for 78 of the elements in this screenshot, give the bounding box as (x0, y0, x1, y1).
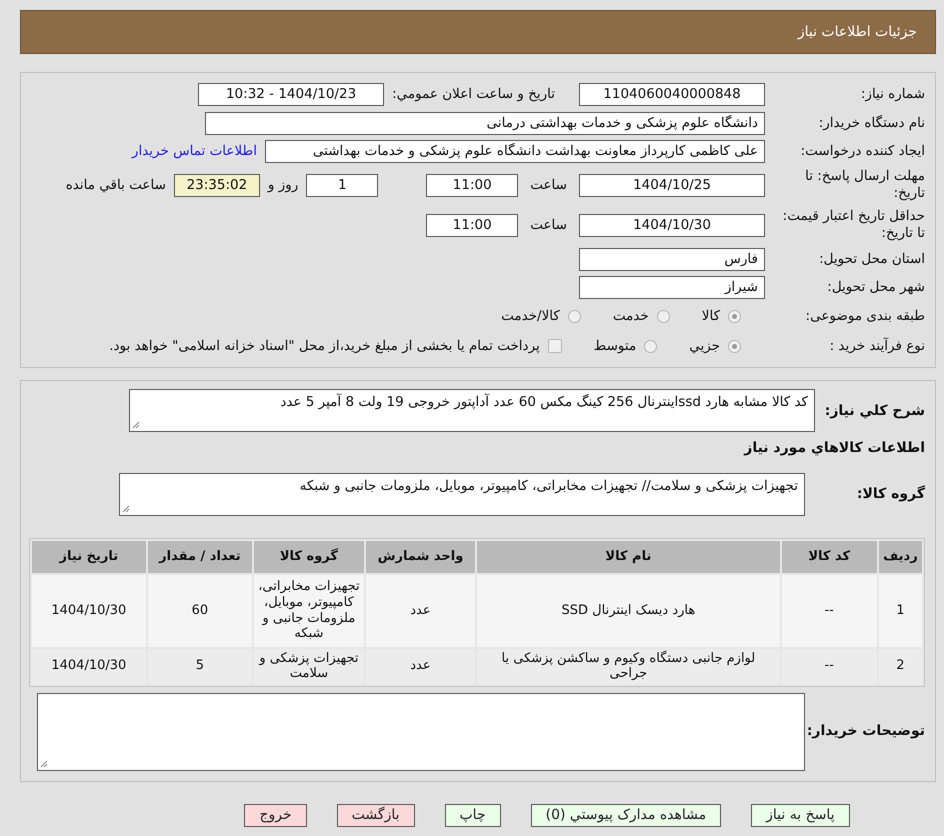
column-header: ردیف (878, 541, 922, 572)
action-button[interactable]: خروج (244, 804, 307, 827)
label-text: کالا (702, 306, 720, 326)
field-label: توضیحات خریدار: (806, 723, 925, 740)
label-text: ساعت (530, 176, 567, 195)
action-button[interactable]: بازگشت (336, 804, 414, 827)
label-text: روز و (268, 176, 298, 195)
table-cell: عدد (366, 648, 476, 684)
column-header: گروه کالا (254, 541, 364, 572)
resize-grip-icon[interactable] (40, 760, 48, 768)
table-cell: 1 (878, 574, 922, 646)
table-cell: تجهیزات پزشکی و سلامت (254, 648, 364, 684)
label-text: پرداخت تمام یا بخشی از مبلغ خرید،از محل "اسناد خزانه اسلامی" خواهد بود. (109, 336, 540, 356)
column-header: کد کالا (782, 541, 877, 572)
text-field[interactable]: دانشگاه علوم پزشکی و خدمات بهداشتی درمانی (205, 112, 765, 134)
field-label: تاریخ و ساعت اعلان عمومي: (392, 84, 555, 104)
table-cell: 60 (148, 574, 252, 646)
field-label: شماره نیاز: (860, 86, 925, 102)
page-title: جزئیات اطلاعات نیاز (798, 22, 917, 42)
field-label: ایجاد کننده درخواست: (800, 142, 925, 160)
table-cell: 1404/10/30 (32, 574, 146, 646)
table-cell: 5 (148, 648, 252, 684)
text-field[interactable]: شیراز (579, 276, 765, 298)
field-label: نوع فرآیند خرید : (828, 338, 925, 354)
text-field[interactable]: 1 (306, 174, 378, 196)
action-button[interactable]: مشاهده مدارک پیوستي (0) (530, 804, 722, 827)
label-text: کالا/خدمت (501, 306, 560, 326)
resize-grip-icon[interactable] (132, 421, 140, 429)
radio-button[interactable] (728, 310, 741, 322)
group-text: تجهیزات پزشکی و سلامت// تجهیزات مخابراتی، کامپیوتر، موبایل، ملزومات جانبی و شبکه (300, 478, 798, 494)
description-box[interactable]: کد کالا مشابه هارد ssdاینترنال 256 کینگ مکس 60 عدد آداپتور خروجی 19 ولت 8 آمپر 5 عدد (129, 389, 815, 432)
text-field[interactable]: 23:35:02 (174, 174, 260, 196)
table-cell: لوازم جانبی دستگاه وکیوم و ساکشن پزشکی یا جراحی (477, 648, 780, 684)
text-field[interactable]: فارس (579, 248, 765, 270)
notes-box[interactable] (37, 692, 805, 771)
radio-button[interactable] (656, 310, 670, 322)
text-field[interactable]: 11:00 (426, 214, 518, 236)
label-text: جزيي (689, 336, 720, 356)
column-header: تاریخ نیاز (32, 541, 146, 572)
field-label: شهر محل تحویل: (826, 278, 925, 296)
field-label: استان محل تحویل: (818, 250, 925, 268)
table-cell: عدد (366, 574, 476, 646)
checkbox[interactable] (548, 339, 562, 353)
description-text: کد کالا مشابه هارد ssdاینترنال 256 کینگ مکس 60 عدد آداپتور خروجی 19 ولت 8 آمپر 5 عدد (280, 394, 808, 410)
radio-button[interactable] (568, 310, 581, 322)
table-cell: -- (782, 574, 877, 646)
label-text: ساعت باقي مانده (66, 176, 166, 195)
column-header: تعداد / مقدار (148, 541, 252, 572)
contact-link[interactable]: اطلاعات تماس خریدار (132, 140, 257, 162)
table-cell: 1404/10/30 (32, 648, 146, 684)
text-field[interactable]: علی کاظمی کارپرداز معاونت بهداشت دانشگاه علوم پزشکی و خدمات بهداشتی (265, 140, 765, 162)
column-header: واحد شمارش (366, 541, 476, 572)
radio-button[interactable] (644, 340, 658, 352)
action-button[interactable]: پاسخ به نیاز (751, 804, 850, 827)
column-header: نام کالا (477, 541, 780, 572)
table-cell: تجهیزات مخابراتی، کامپیوتر، موبایل، ملزومات جانبی و شبکه (254, 574, 364, 646)
field-label: نام دستگاه خریدار: (818, 114, 925, 132)
label-text: ساعت (530, 216, 567, 235)
text-field[interactable]: 1404/10/30 (579, 214, 765, 236)
table-cell: هارد دیسک اینترنال SSD (477, 574, 780, 646)
table-cell: -- (782, 648, 877, 684)
section-heading: اطلاعات كالاهاي مورد نیاز (744, 439, 925, 458)
action-button[interactable]: چاپ (444, 804, 501, 827)
label-text: خدمت (612, 306, 649, 326)
label-text: متوسط (594, 336, 636, 356)
field-label: حداقل تاریخ اعتبار قیمت: تا تاریخ: (782, 208, 925, 242)
text-field[interactable]: 1404/10/23 - 10:32 (198, 82, 384, 106)
text-field[interactable]: 11:00 (426, 174, 518, 196)
field-label: گروه کالا: (856, 484, 925, 504)
text-field[interactable]: 1104060040000848 (579, 82, 765, 106)
field-label: مهلت ارسال پاسخ: تا تاریخ: (804, 168, 925, 202)
field-label: طبقه بندی موضوعی: (804, 308, 925, 324)
field-label: شرح كلي نیاز: (824, 402, 925, 421)
text-field[interactable]: 1404/10/25 (579, 174, 765, 196)
resize-grip-icon[interactable] (122, 505, 130, 513)
table-cell: 2 (878, 648, 922, 684)
group-box[interactable]: تجهیزات پزشکی و سلامت// تجهیزات مخابراتی، کامپیوتر، موبایل، ملزومات جانبی و شبکه (119, 473, 805, 516)
radio-button[interactable] (728, 340, 741, 352)
